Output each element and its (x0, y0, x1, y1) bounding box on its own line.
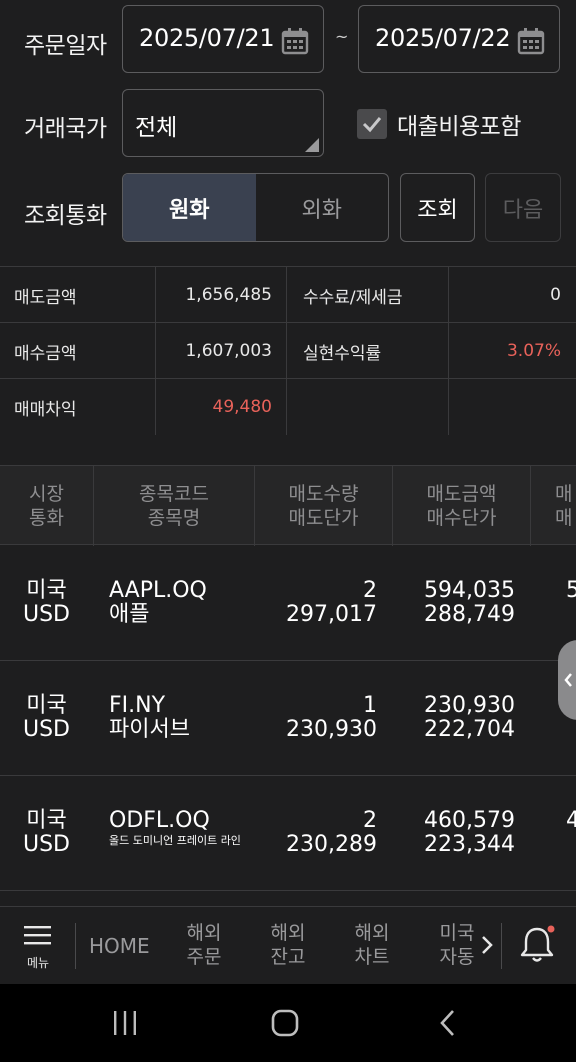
table-row[interactable]: 미국 USD FI.NY 파이서브 1 230,930 230,930 222,704 … (0, 661, 576, 776)
fee-tax-label: 수수료/제세금 (303, 287, 403, 308)
sell-amount-label: 매도금액 (14, 287, 77, 308)
date-from-field[interactable]: 2025/07/21 (122, 5, 324, 73)
nav-overseas-balance[interactable]: 해외 잔고 (268, 921, 308, 969)
trade-pl-label: 매매차익 (14, 399, 77, 420)
date-to-value: 2025/07/22 (375, 24, 511, 52)
sell-amount-cell: 230,930 222,704 (424, 693, 515, 742)
col-header-market: 시장 통화 (29, 483, 64, 529)
table-row[interactable]: 미국 USD ODFL.OQ 올드 도미니언 프레이트 라인 2 230,289 4… (0, 776, 576, 891)
dropdown-corner-icon (305, 138, 319, 152)
date-to-field[interactable]: 2025/07/22 (358, 5, 560, 73)
summary-grid: 매도금액 1,656,485 수수료/제세금 0 매수금액 1,607,003 … (0, 266, 576, 435)
chevron-right-icon[interactable] (481, 935, 493, 959)
loan-cost-label[interactable]: 대출비용포함 (397, 107, 521, 141)
currency-toggle[interactable]: 원화 외화 (122, 173, 389, 242)
summary-row: 매도금액 1,656,485 수수료/제세금 0 (0, 267, 576, 323)
sell-qty-cell: 2 297,017 (286, 578, 377, 627)
bottom-nav: 메뉴 HOME 해외 주문 해외 잔고 해외 차트 미국 자동 (0, 906, 576, 984)
calendar-icon[interactable] (517, 27, 545, 59)
summary-row: 매매차익 49,480 (0, 379, 576, 435)
checkmark-icon (362, 117, 382, 133)
realized-return-value: 3.07% (506, 341, 561, 361)
table-header: 시장 통화 종목코드 종목명 매도수량 매도단가 매도금액 매수단가 매매 (0, 465, 576, 546)
bell-icon[interactable] (520, 925, 556, 969)
sell-qty-cell: 1 230,930 (286, 693, 377, 742)
col-header-next: 매매 (555, 483, 573, 529)
menu-button[interactable]: 메뉴 (24, 925, 52, 971)
trade-pl-value: 49,480 (212, 397, 272, 417)
summary-row: 매수금액 1,607,003 실현수익률 3.07% (0, 323, 576, 379)
sell-amount-cell: 460,579 223,344 (424, 808, 515, 857)
col-header-stock: 종목코드 종목명 (139, 483, 209, 529)
country-select-value: 전체 (135, 115, 178, 141)
currency-label: 조회통화 (24, 203, 107, 229)
country-select[interactable]: 전체 (122, 89, 324, 157)
country-label: 거래국가 (24, 116, 107, 142)
date-range-separator: ~ (335, 27, 349, 46)
chevron-left-icon (564, 673, 572, 687)
buy-amount-label: 매수금액 (14, 343, 77, 364)
calendar-icon[interactable] (281, 27, 309, 59)
stock-cell: FI.NY 파이서브 (109, 693, 190, 742)
stock-cell: ODFL.OQ 올드 도미니언 프레이트 라인 (109, 808, 241, 848)
market-cell: 미국 USD (22, 578, 70, 627)
nav-overseas-order[interactable]: 해외 주문 (184, 921, 224, 969)
menu-label: 메뉴 (26, 956, 50, 970)
col-header-sell-qty: 매도수량 매도단가 (288, 483, 359, 529)
scroll-handle[interactable] (558, 640, 576, 720)
realized-return-label: 실현수익률 (303, 343, 382, 364)
stock-name-small: 올드 도미니언 프레이트 라인 (109, 834, 241, 847)
currency-option-krw[interactable]: 원화 (123, 174, 256, 241)
search-button[interactable]: 조회 (400, 173, 475, 242)
market-cell: 미국 USD (22, 808, 70, 857)
table-row[interactable]: 미국 USD AAPL.OQ 애플 2 297,017 594,035 288,749 … (0, 546, 576, 661)
col-header-sell-amount: 매도금액 매수단가 (426, 483, 497, 529)
loan-cost-checkbox[interactable] (357, 109, 387, 139)
date-from-value: 2025/07/21 (139, 24, 275, 52)
fee-tax-value: 0 (550, 285, 561, 305)
nav-home[interactable]: HOME (89, 934, 150, 958)
next-col-cell: 5 (566, 578, 576, 603)
back-icon[interactable] (438, 1009, 456, 1041)
sell-qty-cell: 2 230,289 (286, 808, 377, 857)
currency-option-foreign[interactable]: 외화 (256, 174, 389, 241)
next-button[interactable]: 다음 (485, 173, 561, 242)
nav-overseas-chart[interactable]: 해외 차트 (352, 921, 392, 969)
recent-apps-icon[interactable] (112, 1010, 138, 1040)
home-icon[interactable] (271, 1009, 299, 1041)
hamburger-icon (24, 926, 51, 945)
nav-us-auto[interactable]: 미국 자동 (437, 921, 477, 969)
sell-amount-value: 1,656,485 (185, 285, 272, 305)
notify-dot (547, 925, 555, 933)
next-col-cell: 4 (566, 808, 576, 833)
order-date-label: 주문일자 (24, 33, 107, 59)
sell-amount-cell: 594,035 288,749 (424, 578, 515, 627)
market-cell: 미국 USD (22, 693, 70, 742)
system-nav-bar (0, 984, 576, 1062)
buy-amount-value: 1,607,003 (185, 341, 272, 361)
stock-cell: AAPL.OQ 애플 (109, 578, 207, 627)
